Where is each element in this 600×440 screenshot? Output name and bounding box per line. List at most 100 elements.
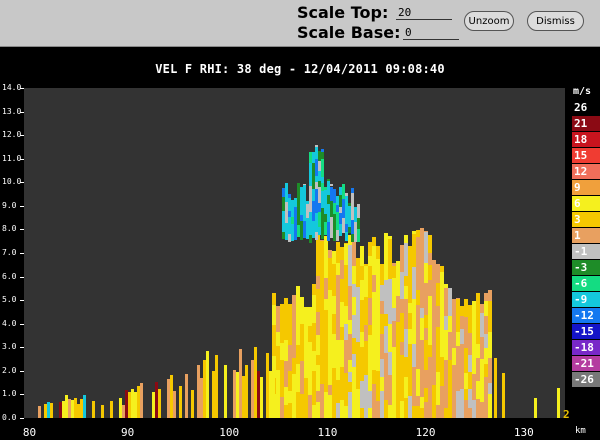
scale-base-label: Scale Base:	[297, 23, 401, 42]
legend-swatch: -3	[572, 260, 600, 275]
corner-mark: 2	[563, 408, 570, 421]
echo-cell	[303, 184, 306, 195]
legend-swatch: -21	[572, 356, 600, 371]
echo-cell	[321, 148, 324, 153]
echo-cell	[206, 351, 209, 418]
echo-cell	[428, 235, 432, 253]
echo-cell	[260, 376, 263, 418]
y-tick-label: 2.0	[2, 365, 17, 375]
y-tick-label: 5.0	[2, 295, 17, 305]
toolbar: Scale Top: Scale Base: Unzoom Dismiss	[0, 0, 600, 47]
echo-cell	[140, 383, 143, 418]
dismiss-button[interactable]: Dismiss	[527, 11, 584, 31]
rhi-plot-area[interactable]	[24, 88, 565, 418]
y-tick-label: 14.0	[2, 83, 22, 92]
legend-swatch: 18	[572, 132, 600, 147]
legend-swatch: 12	[572, 164, 600, 179]
echo-cell	[388, 239, 392, 262]
echo-cell	[158, 388, 161, 418]
legend-swatch: 6	[572, 196, 600, 211]
y-tick-label: 4.0	[2, 318, 17, 328]
echo-cell	[215, 355, 218, 418]
x-tick-label: 110	[317, 426, 338, 439]
y-tick-label: 7.0	[2, 248, 17, 257]
echo-cell	[38, 405, 41, 418]
echo-cell	[488, 383, 492, 394]
legend-unit: m/s	[573, 86, 592, 97]
echo-cell	[288, 194, 291, 199]
echo-cell	[272, 356, 275, 418]
legend-swatch: -15	[572, 324, 600, 339]
echo-cell	[285, 183, 288, 188]
echo-cell	[224, 364, 227, 418]
echo-cell	[488, 289, 492, 301]
y-tick-label: 0.0	[2, 413, 17, 422]
legend-swatch: 1	[572, 228, 600, 243]
echo-cell	[376, 245, 380, 259]
scale-top-input[interactable]	[396, 5, 452, 20]
y-tick-label: 12.0	[2, 130, 22, 140]
x-tick-label: 80	[22, 426, 37, 439]
echo-cell	[345, 192, 348, 197]
echo-cell	[488, 358, 492, 383]
x-tick-label: 120	[415, 426, 436, 439]
echo-cell	[488, 301, 492, 332]
echo-cell	[388, 236, 392, 239]
legend-swatch: -26	[572, 372, 600, 387]
echo-cell	[357, 228, 360, 242]
legend-swatch: -6	[572, 276, 600, 291]
legend-swatch: 9	[572, 180, 600, 195]
echo-cell	[534, 398, 537, 418]
scale-base-input[interactable]	[403, 25, 459, 40]
legend-swatch: 26	[572, 100, 600, 115]
y-tick-label: 9.0	[2, 200, 17, 210]
echo-cell	[50, 402, 53, 418]
echo-cell	[351, 193, 354, 200]
unzoom-button[interactable]: Unzoom	[464, 11, 514, 31]
legend-swatch: -12	[572, 308, 600, 323]
x-tick-label: 130	[513, 426, 534, 439]
echo-cell	[327, 178, 330, 181]
echo-cell	[404, 235, 408, 243]
y-tick-label: 1.0	[2, 389, 17, 399]
x-tick-label: 90	[121, 426, 135, 439]
echo-cell	[191, 389, 194, 418]
legend-swatch: 21	[572, 116, 600, 131]
x-axis-unit: km	[575, 426, 586, 436]
echo-cell	[110, 401, 113, 418]
echo-cell	[330, 184, 333, 187]
echo-cell	[173, 390, 176, 418]
y-tick-label: 11.0	[2, 153, 22, 163]
echo-cell	[321, 177, 324, 184]
echo-cell	[557, 388, 560, 418]
y-tick-mark	[20, 418, 24, 419]
echo-cell	[488, 332, 492, 358]
echo-cell	[245, 364, 248, 418]
echo-cell	[101, 405, 104, 418]
y-tick-label: 3.0	[2, 342, 17, 352]
legend-swatch: -18	[572, 340, 600, 355]
x-tick-label: 100	[219, 426, 240, 439]
echo-cell	[185, 374, 188, 418]
echo-cell	[345, 232, 348, 242]
echo-cell	[272, 293, 276, 305]
echo-cell	[351, 188, 354, 194]
y-tick-label: 10.0	[2, 177, 22, 187]
echo-cell	[321, 152, 324, 160]
y-tick-label: 6.0	[2, 271, 17, 281]
echo-cell	[440, 265, 444, 272]
y-tick-label: 8.0	[2, 224, 17, 234]
echo-cell	[357, 217, 360, 229]
legend-swatch: 3	[572, 212, 600, 227]
plot-title: VEL F RHI: 38 deg - 12/04/2011 09:08:40	[155, 62, 445, 76]
echo-cell	[444, 284, 448, 288]
echo-cell	[321, 159, 324, 178]
y-tick-label: 13.0	[2, 106, 22, 116]
legend-swatch: -1	[572, 244, 600, 259]
echo-cell	[360, 246, 364, 266]
echo-cell	[92, 400, 95, 418]
echo-cell	[315, 145, 318, 148]
echo-cell	[494, 358, 497, 418]
echo-cell	[502, 373, 505, 418]
legend-swatch: 15	[572, 148, 600, 163]
